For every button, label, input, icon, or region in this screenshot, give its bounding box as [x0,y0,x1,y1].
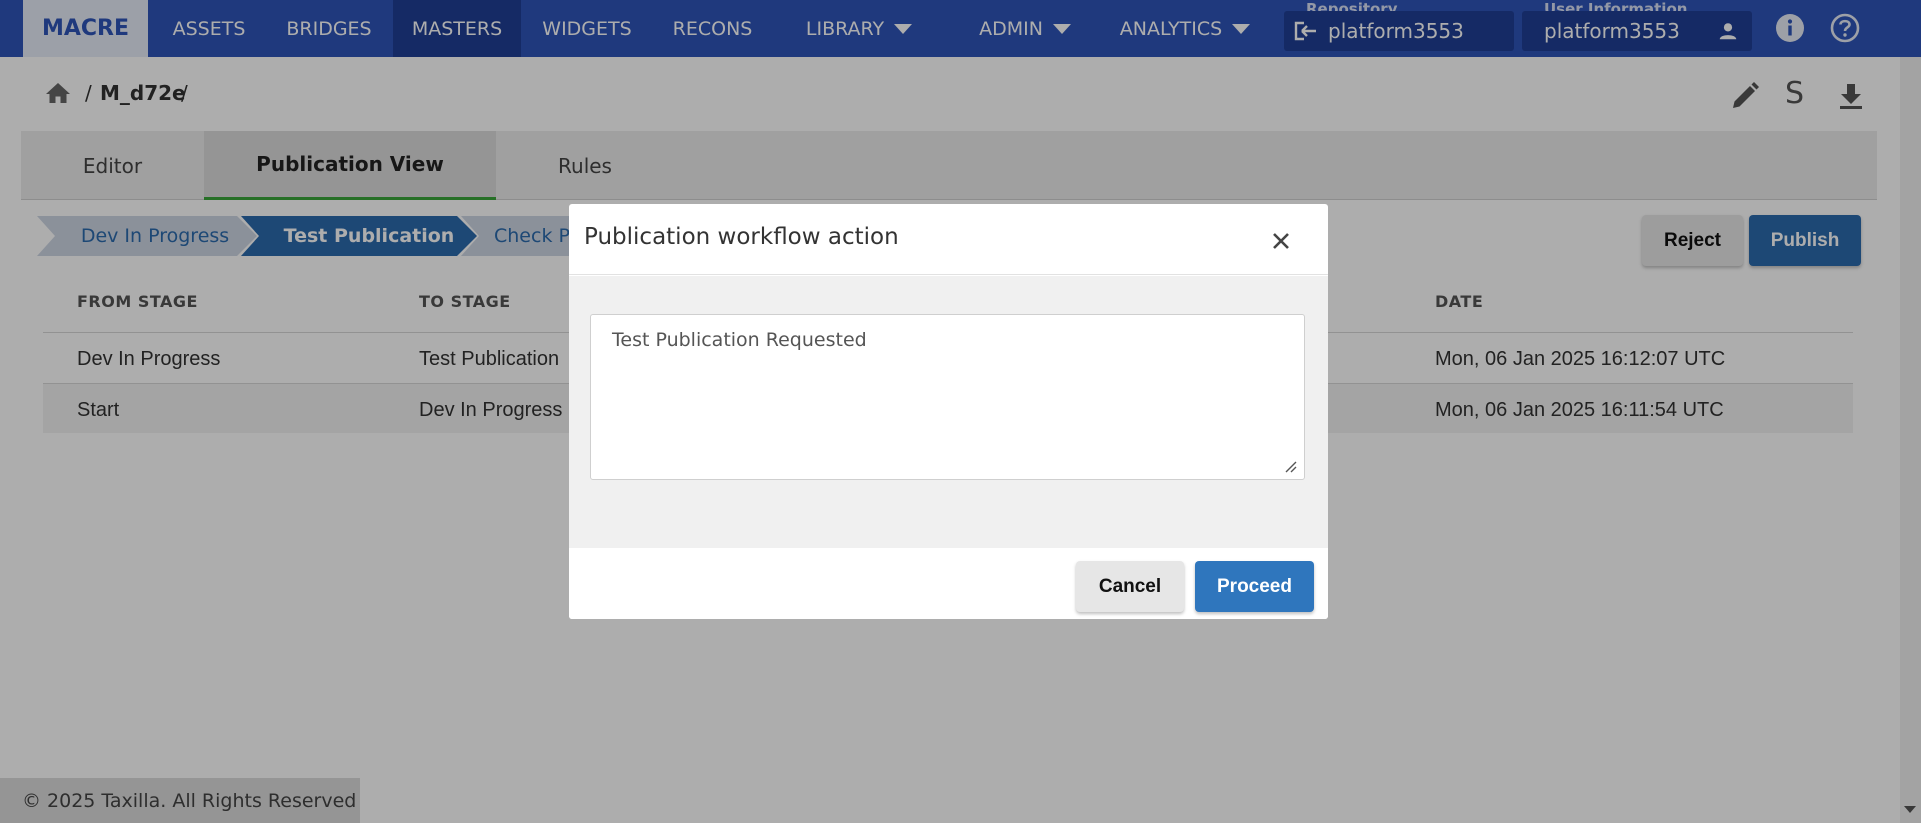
close-icon[interactable] [1266,226,1296,256]
resize-handle-icon[interactable] [1283,459,1297,473]
dialog-title: Publication workflow action [584,224,899,250]
proceed-button[interactable]: Proceed [1195,561,1314,612]
dialog-body: Test Publication Requested [569,276,1328,548]
comment-textarea[interactable]: Test Publication Requested [590,314,1305,480]
publication-workflow-dialog: Publication workflow action Test Publica… [569,204,1328,619]
dialog-footer: Cancel Proceed [569,548,1328,619]
cancel-button[interactable]: Cancel [1076,561,1184,612]
dialog-header: Publication workflow action [569,204,1328,275]
